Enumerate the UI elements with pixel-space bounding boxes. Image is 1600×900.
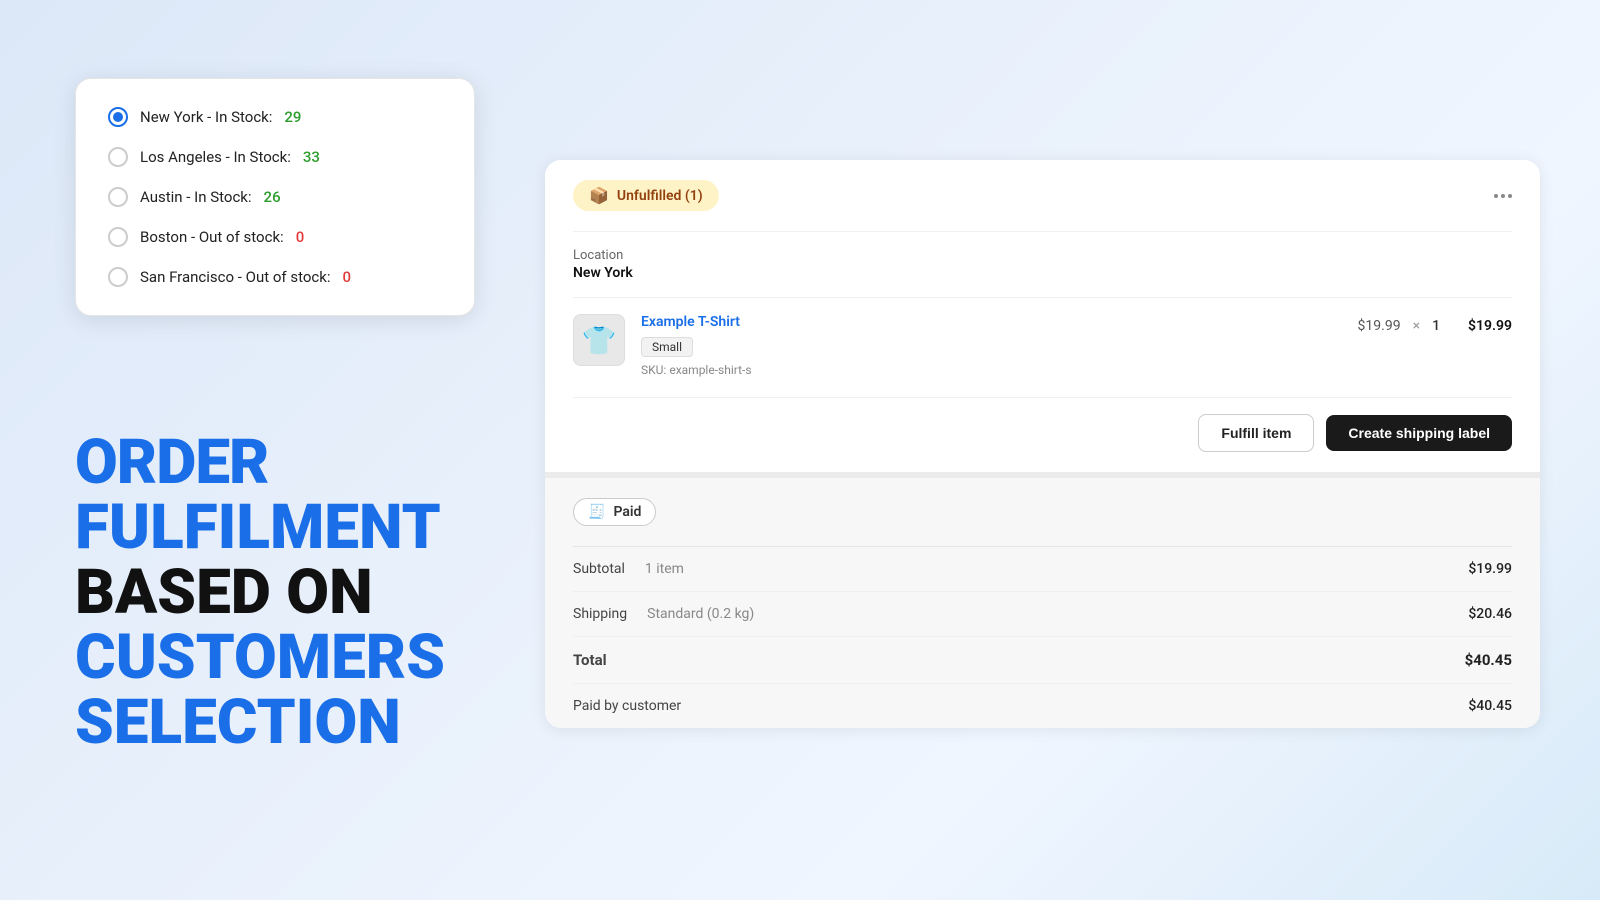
stock-label-new-york: New York - In Stock: [140,108,272,126]
price-qty: 1 [1432,318,1440,334]
receipt-icon: 🧾 [588,504,605,520]
hero-text-block: ORDER FULFILMENT BASED ON CUSTOMERS SELE… [75,430,565,755]
hero-line-fulfilment: FULFILMENT [75,495,565,560]
order-panel: 📦 Unfulfilled (1) Location New York 👕 Ex… [545,160,1540,728]
stock-item-austin[interactable]: Austin - In Stock: 26 [108,187,442,207]
price-total: $19.99 [1468,318,1512,334]
price-unit: $19.99 [1358,318,1401,334]
stock-item-san-francisco[interactable]: San Francisco - Out of stock: 0 [108,267,442,287]
fulfill-item-button[interactable]: Fulfill item [1198,414,1314,452]
stock-number-new-york: 29 [284,108,301,126]
subtotal-value: $19.99 [1468,561,1512,577]
paid-by-row: Paid by customer $40.45 [573,684,1512,728]
item-sku: SKU: example-shirt-s [641,363,1342,377]
paid-section: 🧾 Paid Subtotal 1 item $19.99 Shipping S… [545,472,1540,728]
paid-by-left: Paid by customer [573,698,681,714]
subtotal-desc: 1 item [645,561,684,577]
shipping-row: Shipping Standard (0.2 kg) $20.46 [573,592,1512,637]
unfulfilled-badge: 📦 Unfulfilled (1) [573,180,719,211]
price-x-icon: × [1413,318,1420,334]
stock-item-los-angeles[interactable]: Los Angeles - In Stock: 33 [108,147,442,167]
total-row: Total $40.45 [573,637,1512,684]
radio-los-angeles[interactable] [108,147,128,167]
subtotal-row: Subtotal 1 item $19.99 [573,547,1512,592]
shipping-desc: Standard (0.2 kg) [647,606,754,622]
dot2 [1501,194,1505,198]
total-left: Total [573,651,607,669]
stock-item-new-york[interactable]: New York - In Stock: 29 [108,107,442,127]
shipping-left: Shipping Standard (0.2 kg) [573,606,754,622]
shipping-value: $20.46 [1468,606,1512,622]
stock-item-boston[interactable]: Boston - Out of stock: 0 [108,227,442,247]
unfulfilled-section: 📦 Unfulfilled (1) Location New York 👕 Ex… [545,160,1540,472]
order-item-row: 👕 Example T-Shirt Small SKU: example-shi… [573,297,1512,397]
stock-number-san-francisco: 0 [343,268,352,286]
item-details: Example T-Shirt Small SKU: example-shirt… [641,314,1342,377]
stock-number-boston: 0 [296,228,305,246]
stock-number-los-angeles: 33 [303,148,320,166]
package-icon: 📦 [589,186,609,205]
shipping-label: Shipping [573,606,627,622]
dot1 [1494,194,1498,198]
paid-label: Paid [613,504,641,520]
create-shipping-label-button[interactable]: Create shipping label [1326,415,1512,451]
paid-badge: 🧾 Paid [573,498,656,526]
item-thumbnail: 👕 [573,314,625,366]
stock-label-san-francisco: San Francisco - Out of stock: [140,268,331,286]
radio-austin[interactable] [108,187,128,207]
tshirt-icon: 👕 [582,324,617,357]
item-name[interactable]: Example T-Shirt [641,314,1342,330]
location-section: Location New York [573,231,1512,297]
action-row: Fulfill item Create shipping label [573,397,1512,472]
paid-by-value: $40.45 [1468,698,1512,714]
sku-value: example-shirt-s [669,363,751,377]
item-variant: Small [641,337,693,357]
unfulfilled-label: Unfulfilled (1) [617,188,703,204]
total-label: Total [573,651,607,669]
hero-line-selection: SELECTION [75,690,565,755]
hero-line-based-on: BASED ON [75,560,565,625]
dot3 [1508,194,1512,198]
unfulfilled-header: 📦 Unfulfilled (1) [573,180,1512,211]
subtotal-left: Subtotal 1 item [573,561,684,577]
total-value: $40.45 [1465,651,1512,669]
radio-boston[interactable] [108,227,128,247]
stock-number-austin: 26 [264,188,281,206]
stock-location-card: New York - In Stock: 29 Los Angeles - In … [75,78,475,316]
stock-label-los-angeles: Los Angeles - In Stock: [140,148,291,166]
location-label: Location [573,248,1512,263]
hero-line-customers: CUSTOMERS [75,625,565,690]
stock-label-boston: Boston - Out of stock: [140,228,284,246]
radio-new-york[interactable] [108,107,128,127]
summary-table: Subtotal 1 item $19.99 Shipping Standard… [573,546,1512,728]
subtotal-label: Subtotal [573,561,625,577]
radio-san-francisco[interactable] [108,267,128,287]
hero-line-order: ORDER [75,430,565,495]
sku-label: SKU: [641,363,666,377]
location-value: New York [573,265,1512,281]
more-options-button[interactable] [1494,194,1512,198]
stock-label-austin: Austin - In Stock: [140,188,252,206]
paid-by-label: Paid by customer [573,698,681,714]
item-price-section: $19.99 × 1 $19.99 [1358,314,1512,334]
